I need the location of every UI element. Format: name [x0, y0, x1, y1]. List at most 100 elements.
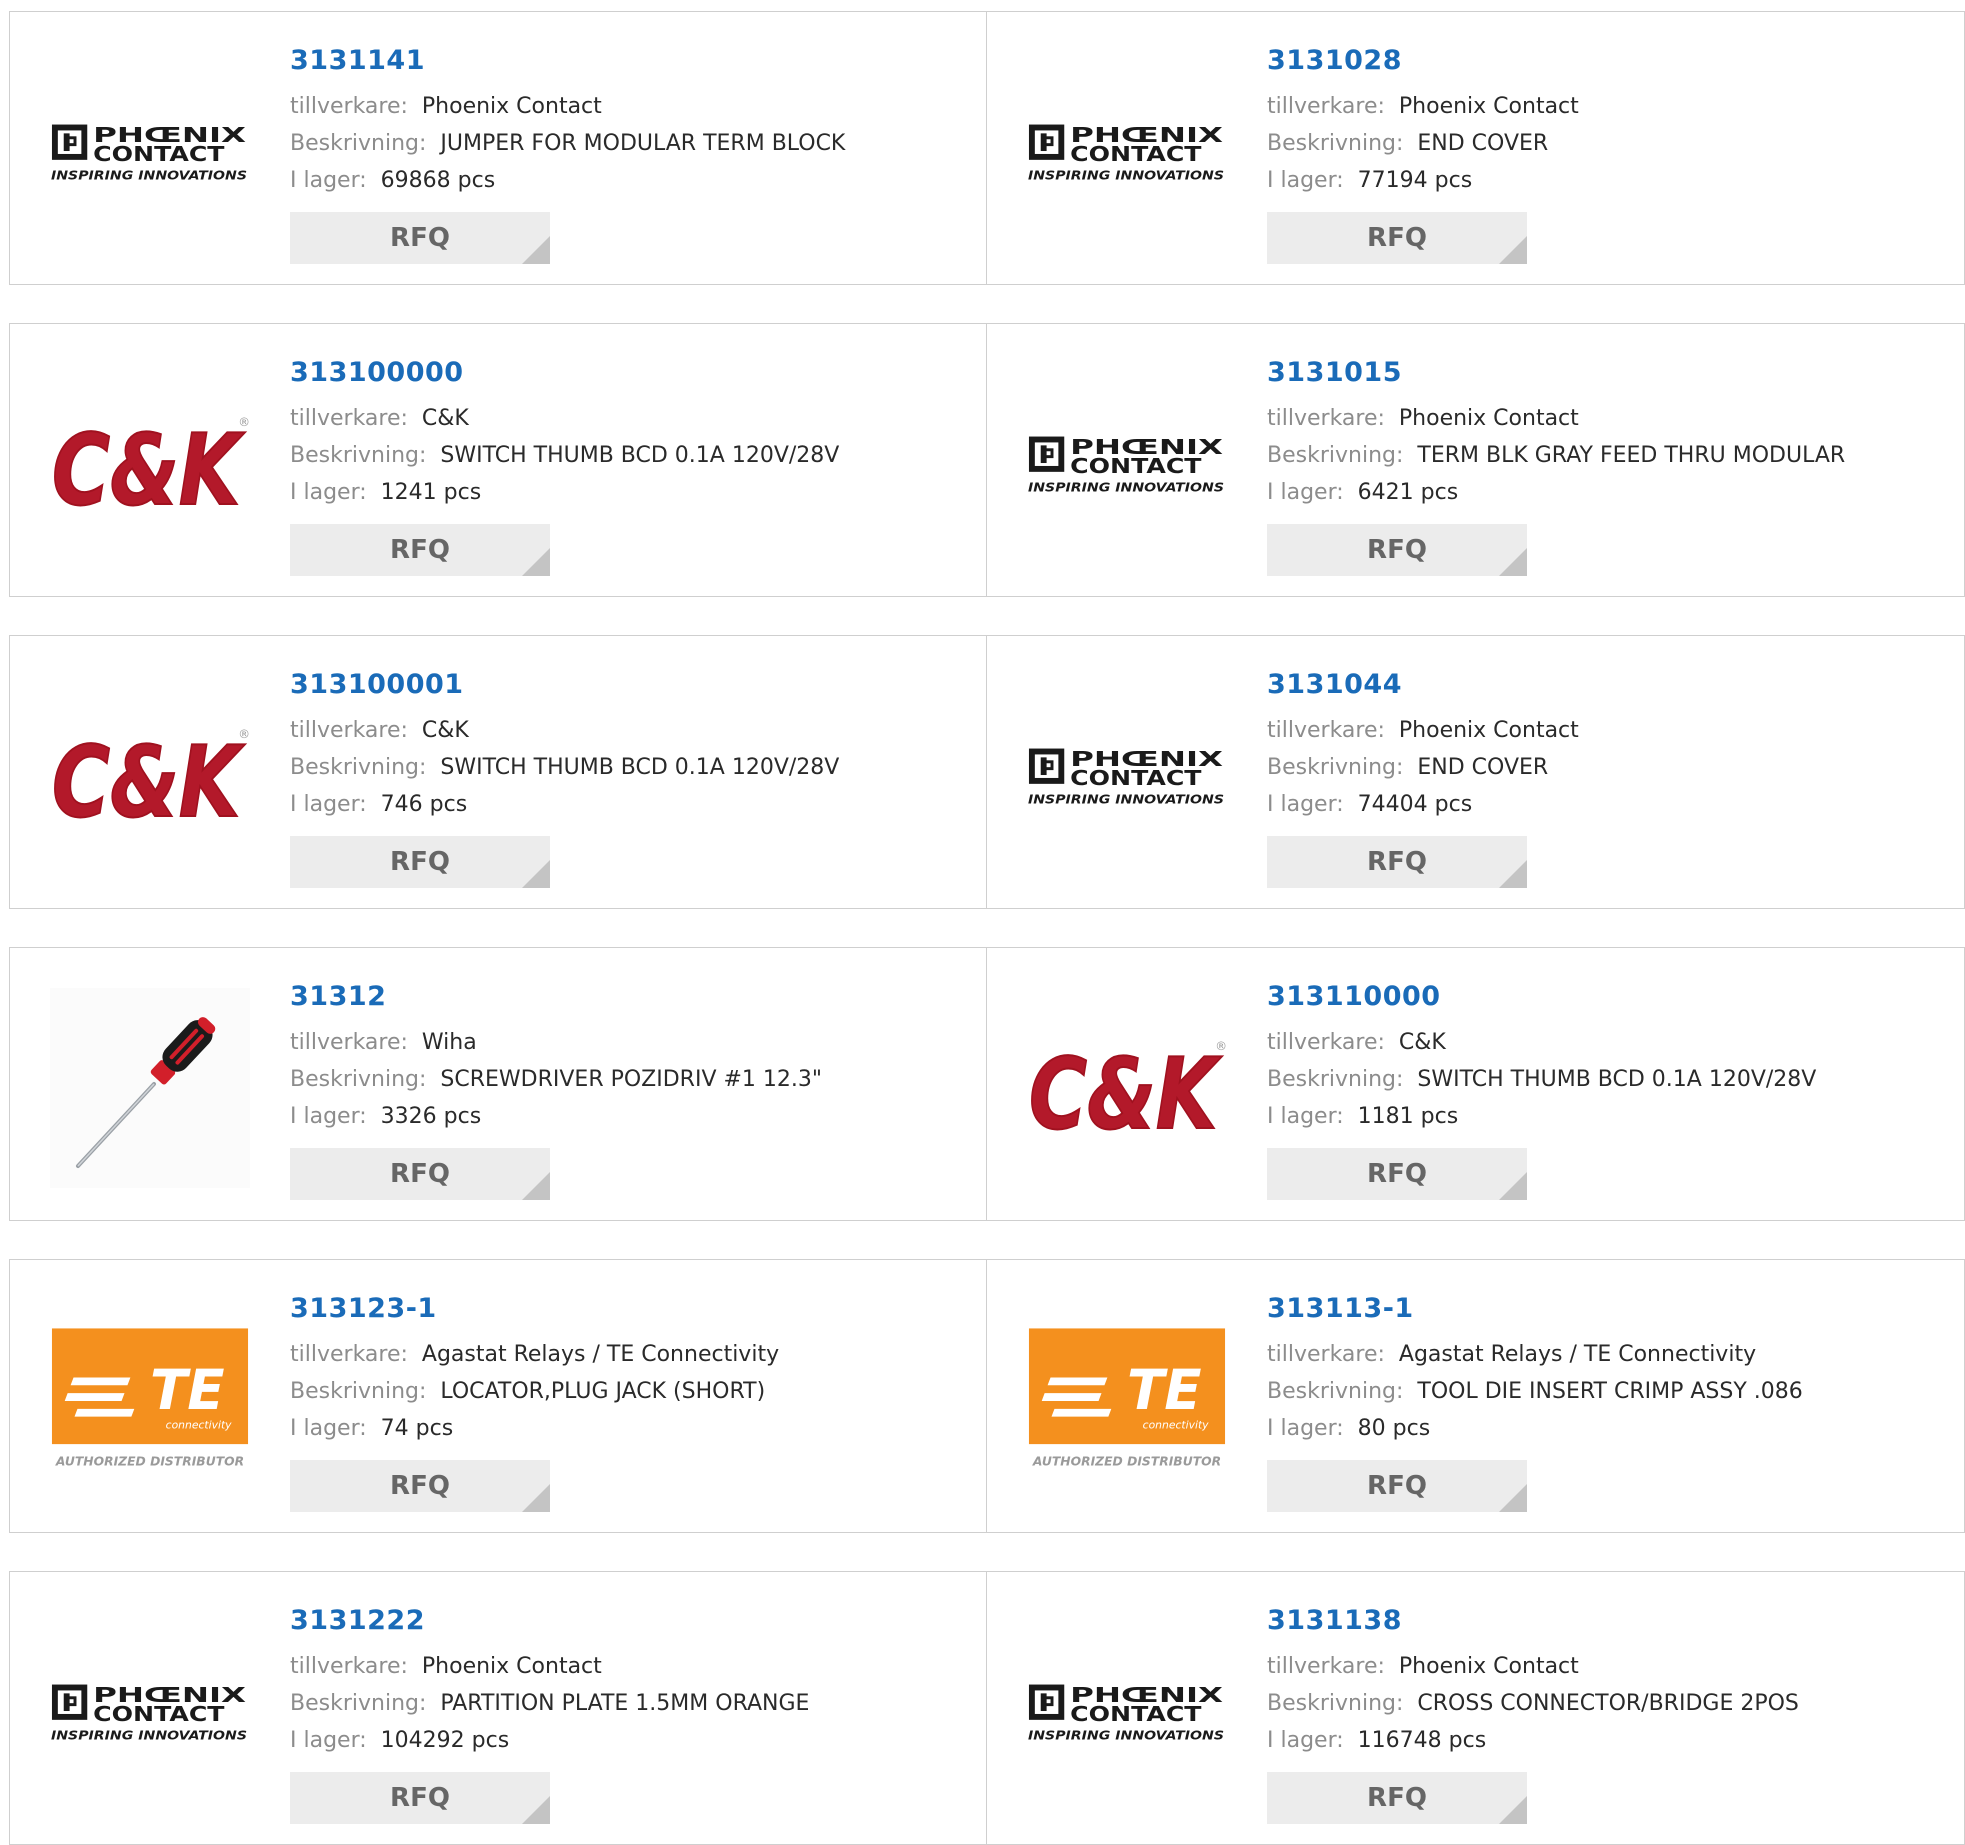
te-text: TE — [1127, 1358, 1202, 1422]
rfq-button[interactable]: RFQ — [1267, 1460, 1527, 1512]
description-value: SWITCH THUMB BCD 0.1A 120V/28V — [1417, 1067, 1817, 1092]
phoenix-line2: CONTACT — [1070, 142, 1201, 166]
manufacturer-value: Phoenix Contact — [1398, 406, 1579, 431]
manufacturer-label: tillverkare: — [290, 1654, 408, 1679]
ck-logo: C&K ® — [51, 413, 250, 519]
stock-label: I lager: — [1267, 1416, 1344, 1441]
product-info: 313100000 tillverkare: C&K Beskrivning: SW… — [290, 356, 976, 511]
part-number-link[interactable]: 3131222 — [290, 1604, 976, 1638]
description-row: Beskrivning: SWITCH THUMB BCD 0.1A 120V/2… — [290, 437, 976, 474]
manufacturer-value: Agastat Relays / TE Connectivity — [421, 1342, 780, 1367]
part-number-link[interactable]: 313113-1 — [1267, 1292, 1954, 1326]
manufacturer-label: tillverkare: — [290, 718, 408, 743]
rfq-button[interactable]: RFQ — [1267, 836, 1527, 888]
corner-fold-icon — [522, 236, 550, 264]
manufacturer-value: Phoenix Contact — [1398, 94, 1579, 119]
rfq-button[interactable]: RFQ — [1267, 1772, 1527, 1824]
manufacturer-row: tillverkare: Agastat Relays / TE Connecti… — [290, 1336, 976, 1373]
description-value: CROSS CONNECTOR/BRIDGE 2POS — [1417, 1691, 1799, 1716]
manufacturer-label: tillverkare: — [290, 406, 408, 431]
description-label: Beskrivning: — [290, 755, 427, 780]
stock-label: I lager: — [1267, 1728, 1344, 1753]
rfq-label: RFQ — [390, 847, 450, 877]
ck-reg: ® — [238, 415, 250, 429]
product-card: TE connectivity AUTHORIZED DISTRIBUTOR 3… — [9, 1259, 987, 1533]
stock-value: 80 pcs — [1357, 1416, 1431, 1441]
description-label: Beskrivning: — [1267, 1691, 1404, 1716]
corner-fold-icon — [522, 1484, 550, 1512]
stock-value: 74 pcs — [380, 1416, 454, 1441]
phoenix-line2: CONTACT — [93, 1702, 224, 1726]
description-row: Beskrivning: SCREWDRIVER POZIDRIV #1 12.3… — [290, 1061, 976, 1098]
description-value: PARTITION PLATE 1.5MM ORANGE — [440, 1691, 810, 1716]
part-number-link[interactable]: 3131044 — [1267, 668, 1954, 702]
rfq-button[interactable]: RFQ — [1267, 524, 1527, 576]
manufacturer-label: tillverkare: — [1267, 718, 1385, 743]
product-info: 3131044 tillverkare: Phoenix Contact Besk… — [1267, 668, 1954, 823]
phoenix-tagline: INSPIRING INNOVATIONS — [1028, 168, 1224, 183]
rfq-button[interactable]: RFQ — [1267, 212, 1527, 264]
rfq-button[interactable]: RFQ — [290, 524, 550, 576]
manufacturer-value: Phoenix Contact — [1398, 718, 1579, 743]
manufacturer-value: C&K — [421, 406, 469, 431]
rfq-label: RFQ — [1367, 1159, 1427, 1189]
product-info: 3131138 tillverkare: Phoenix Contact Besk… — [1267, 1604, 1954, 1759]
manufacturer-row: tillverkare: C&K — [290, 712, 976, 749]
stock-row: I lager: 77194 pcs — [1267, 162, 1954, 199]
part-number-link[interactable]: 3131015 — [1267, 356, 1954, 390]
description-value: SCREWDRIVER POZIDRIV #1 12.3" — [440, 1067, 823, 1092]
manufacturer-value: Phoenix Contact — [1398, 1654, 1579, 1679]
part-number-link[interactable]: 313123-1 — [290, 1292, 976, 1326]
te-connectivity-logo: TE connectivity AUTHORIZED DISTRIBUTOR — [51, 1328, 249, 1470]
phoenix-line2: CONTACT — [1070, 1702, 1201, 1726]
stock-value: 6421 pcs — [1357, 480, 1459, 505]
stock-row: I lager: 6421 pcs — [1267, 474, 1954, 511]
description-value: JUMPER FOR MODULAR TERM BLOCK — [440, 131, 846, 156]
product-card: PHŒNIX CONTACT INSPIRING INNOVATIONS 313… — [9, 11, 987, 285]
rfq-button[interactable]: RFQ — [290, 1772, 550, 1824]
stock-value: 74404 pcs — [1357, 792, 1473, 817]
description-label: Beskrivning: — [290, 1691, 427, 1716]
rfq-button[interactable]: RFQ — [290, 212, 550, 264]
part-number-link[interactable]: 313100001 — [290, 668, 976, 702]
product-card: 31312 tillverkare: Wiha Beskrivning: SCREW… — [9, 947, 987, 1221]
corner-fold-icon — [522, 548, 550, 576]
corner-fold-icon — [1499, 548, 1527, 576]
corner-fold-icon — [522, 1172, 550, 1200]
stock-value: 746 pcs — [380, 792, 468, 817]
rfq-label: RFQ — [390, 223, 450, 253]
description-label: Beskrivning: — [290, 1379, 427, 1404]
description-label: Beskrivning: — [1267, 1379, 1404, 1404]
product-info: 31312 tillverkare: Wiha Beskrivning: SCREW… — [290, 980, 976, 1135]
manufacturer-row: tillverkare: Phoenix Contact — [1267, 1648, 1954, 1685]
description-row: Beskrivning: JUMPER FOR MODULAR TERM BLOC… — [290, 125, 976, 162]
product-card: PHŒNIX CONTACT INSPIRING INNOVATIONS 313… — [987, 635, 1965, 909]
rfq-button[interactable]: RFQ — [290, 1460, 550, 1512]
manufacturer-value: Phoenix Contact — [421, 94, 602, 119]
part-number-link[interactable]: 3131138 — [1267, 1604, 1954, 1638]
product-card: TE connectivity AUTHORIZED DISTRIBUTOR 3… — [987, 1259, 1965, 1533]
description-value: TOOL DIE INSERT CRIMP ASSY .086 — [1417, 1379, 1803, 1404]
rfq-button[interactable]: RFQ — [290, 836, 550, 888]
manufacturer-label: tillverkare: — [1267, 94, 1385, 119]
description-row: Beskrivning: SWITCH THUMB BCD 0.1A 120V/2… — [1267, 1061, 1954, 1098]
manufacturer-row: tillverkare: C&K — [290, 400, 976, 437]
manufacturer-label: tillverkare: — [1267, 1654, 1385, 1679]
description-value: TERM BLK GRAY FEED THRU MODULAR — [1417, 443, 1846, 468]
part-number-link[interactable]: 31312 — [290, 980, 976, 1014]
stock-row: I lager: 69868 pcs — [290, 162, 976, 199]
part-number-link[interactable]: 3131028 — [1267, 44, 1954, 78]
part-number-link[interactable]: 313100000 — [290, 356, 976, 390]
description-label: Beskrivning: — [1267, 443, 1404, 468]
manufacturer-logo: PHŒNIX CONTACT INSPIRING INNOVATIONS — [1027, 676, 1227, 876]
rfq-button[interactable]: RFQ — [1267, 1148, 1527, 1200]
phoenix-line2: CONTACT — [93, 142, 224, 166]
rfq-button[interactable]: RFQ — [290, 1148, 550, 1200]
description-label: Beskrivning: — [1267, 755, 1404, 780]
part-number-link[interactable]: 313110000 — [1267, 980, 1954, 1014]
part-number-link[interactable]: 3131141 — [290, 44, 976, 78]
ck-logo: C&K ® — [1028, 1037, 1227, 1143]
rfq-label: RFQ — [1367, 847, 1427, 877]
rfq-label: RFQ — [1367, 223, 1427, 253]
description-value: SWITCH THUMB BCD 0.1A 120V/28V — [440, 443, 840, 468]
